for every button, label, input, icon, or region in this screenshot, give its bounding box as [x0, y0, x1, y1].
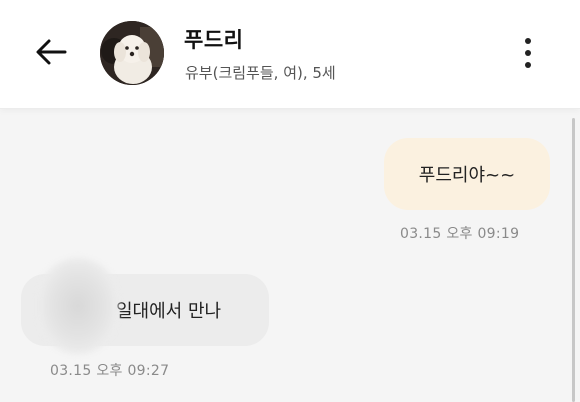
dog-photo: [100, 21, 164, 85]
chat-screen: 푸드리 유부(크림푸들, 여), 5세 푸드리야~~ 03.15 오후 09:1…: [0, 0, 580, 402]
arrow-left-icon: [36, 39, 67, 65]
pet-avatar[interactable]: [100, 21, 164, 85]
more-vertical-icon: [525, 38, 531, 44]
back-button[interactable]: [34, 36, 70, 68]
more-options-button[interactable]: [516, 36, 540, 70]
blurred-redaction: [38, 258, 118, 354]
message-timestamp: 03.15 오후 09:19: [400, 226, 520, 242]
outgoing-message-bubble[interactable]: 푸드리야~~: [384, 138, 550, 210]
scrollbar[interactable]: [572, 118, 575, 402]
message-text: 푸드리야~~: [418, 165, 516, 186]
pet-info: 유부(크림푸들, 여), 5세: [185, 64, 336, 82]
chat-header: 푸드리 유부(크림푸들, 여), 5세: [0, 0, 580, 109]
message-timestamp: 03.15 오후 09:27: [50, 363, 170, 379]
message-text: 일대에서 만나: [116, 301, 222, 322]
pet-name: 푸드리: [184, 28, 244, 52]
